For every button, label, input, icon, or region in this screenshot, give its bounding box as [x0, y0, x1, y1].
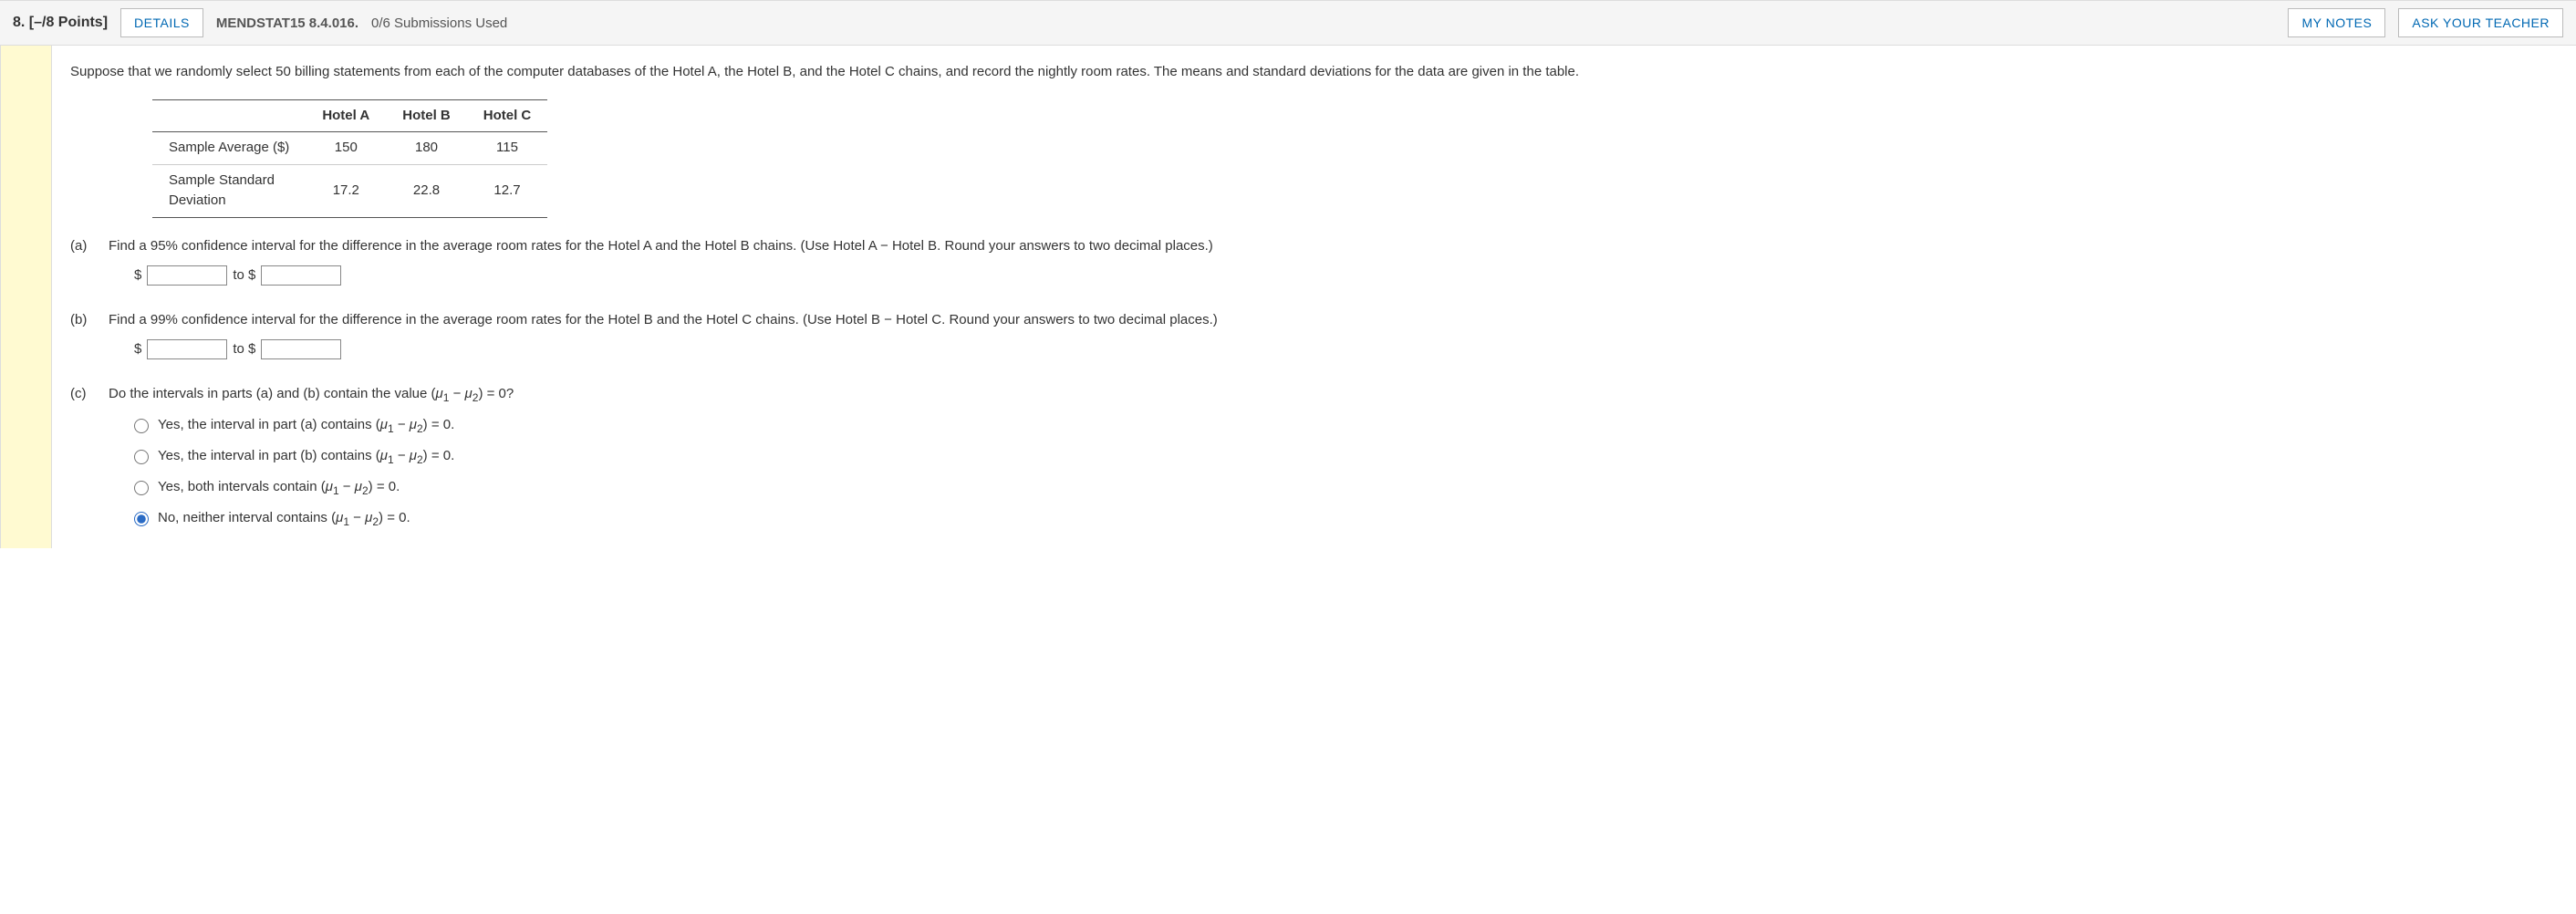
part-c-option-1-text: Yes, the interval in part (a) contains (… [158, 415, 454, 437]
th-blank [152, 99, 306, 132]
table-row: Sample Average ($) 150 180 115 [152, 132, 547, 165]
part-b-upper-input[interactable] [261, 339, 341, 359]
part-a: (a) Find a 95% confidence interval for t… [70, 236, 2558, 286]
th-hotel-a: Hotel A [306, 99, 386, 132]
part-b: (b) Find a 99% confidence interval for t… [70, 310, 2558, 360]
row2-c: 12.7 [467, 164, 548, 217]
row1-b: 180 [386, 132, 467, 165]
part-a-lower-input[interactable] [147, 265, 227, 286]
row1-c: 115 [467, 132, 548, 165]
part-c-radio-3[interactable] [134, 481, 149, 495]
part-c-option-2-text: Yes, the interval in part (b) contains (… [158, 446, 454, 468]
part-c-option-1[interactable]: Yes, the interval in part (a) contains (… [134, 415, 2558, 437]
part-c: (c) Do the intervals in parts (a) and (b… [70, 384, 2558, 530]
ask-teacher-button[interactable]: ASK YOUR TEACHER [2398, 8, 2563, 37]
table-row: Sample Standard Deviation 17.2 22.8 12.7 [152, 164, 547, 217]
submissions-used: 0/6 Submissions Used [371, 16, 507, 31]
part-c-option-2[interactable]: Yes, the interval in part (b) contains (… [134, 446, 2558, 468]
part-c-radio-1[interactable] [134, 419, 149, 433]
row1-a: 150 [306, 132, 386, 165]
dollar-sign: $ [134, 265, 141, 286]
th-hotel-c: Hotel C [467, 99, 548, 132]
part-c-option-4[interactable]: No, neither interval contains (μ1 − μ2) … [134, 508, 2558, 530]
details-button[interactable]: DETAILS [120, 8, 203, 37]
my-notes-button[interactable]: MY NOTES [2288, 8, 2385, 37]
part-c-radio-2[interactable] [134, 450, 149, 464]
part-c-option-4-text: No, neither interval contains (μ1 − μ2) … [158, 508, 410, 530]
data-table: Hotel A Hotel B Hotel C Sample Average (… [152, 99, 547, 218]
part-c-radio-4[interactable] [134, 512, 149, 526]
th-hotel-b: Hotel B [386, 99, 467, 132]
part-c-option-3-text: Yes, both intervals contain (μ1 − μ2) = … [158, 477, 400, 499]
to-dollar: to $ [233, 265, 255, 286]
part-b-lower-input[interactable] [147, 339, 227, 359]
part-c-label: (c) [70, 384, 96, 530]
row2-label: Sample Standard Deviation [152, 164, 306, 217]
question-ref-code: MENDSTAT15 8.4.016. [216, 16, 358, 31]
to-dollar: to $ [233, 339, 255, 360]
part-a-text: Find a 95% confidence interval for the d… [109, 236, 2558, 257]
part-a-label: (a) [70, 236, 96, 286]
intro-text: Suppose that we randomly select 50 billi… [70, 62, 2558, 83]
part-a-upper-input[interactable] [261, 265, 341, 286]
dollar-sign: $ [134, 339, 141, 360]
part-b-label: (b) [70, 310, 96, 360]
left-gutter [0, 46, 51, 548]
part-b-text: Find a 99% confidence interval for the d… [109, 310, 2558, 331]
question-number-points: 8. [–/8 Points] [13, 15, 108, 31]
question-content: Suppose that we randomly select 50 billi… [51, 46, 2576, 548]
part-c-prompt: Do the intervals in parts (a) and (b) co… [109, 384, 2558, 406]
question-header: 8. [–/8 Points] DETAILS MENDSTAT15 8.4.0… [0, 0, 2576, 46]
row2-b: 22.8 [386, 164, 467, 217]
part-c-option-3[interactable]: Yes, both intervals contain (μ1 − μ2) = … [134, 477, 2558, 499]
row1-label: Sample Average ($) [152, 132, 306, 165]
row2-a: 17.2 [306, 164, 386, 217]
